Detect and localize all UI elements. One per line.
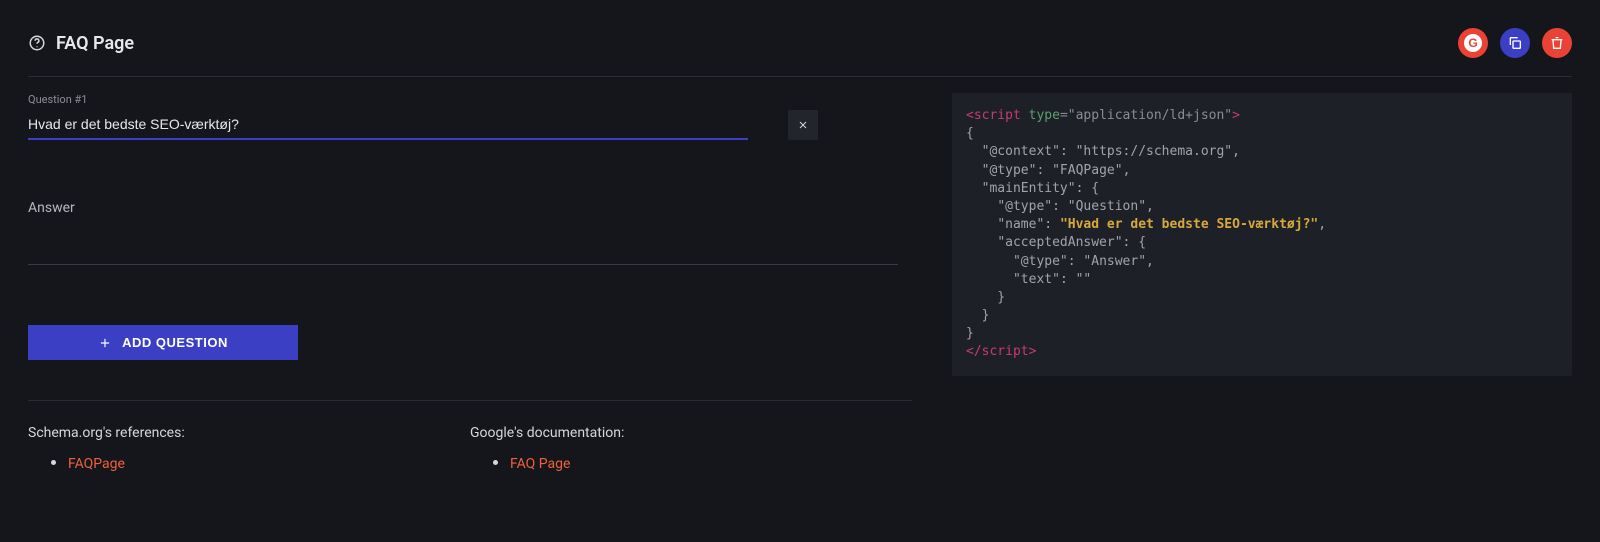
help-circle-icon <box>28 34 46 52</box>
plus-icon <box>98 336 112 350</box>
answer-label: Answer <box>28 200 912 216</box>
page-header: FAQ Page G <box>28 28 1572 77</box>
google-docs-title: Google's documentation: <box>470 425 912 441</box>
schema-refs-title: Schema.org's references: <box>28 425 470 441</box>
google-test-button[interactable]: G <box>1458 28 1488 58</box>
copy-icon <box>1507 35 1523 51</box>
copy-button[interactable] <box>1500 28 1530 58</box>
code-output: <script type="application/ld+json"> { "@… <box>952 93 1572 376</box>
question-label: Question #1 <box>28 93 912 106</box>
google-g-icon: G <box>1464 34 1482 52</box>
add-question-button[interactable]: ADD QUESTION <box>28 325 298 360</box>
page-title: FAQ Page <box>56 33 134 54</box>
remove-question-button[interactable] <box>788 110 818 140</box>
close-icon <box>797 119 809 131</box>
delete-button[interactable] <box>1542 28 1572 58</box>
google-faqpage-link[interactable]: FAQ Page <box>510 456 570 472</box>
trash-icon <box>1549 35 1565 51</box>
schema-faqpage-link[interactable]: FAQPage <box>68 456 125 472</box>
add-question-label: ADD QUESTION <box>122 335 228 350</box>
answer-input[interactable] <box>28 222 898 265</box>
question-input[interactable] <box>28 110 748 140</box>
